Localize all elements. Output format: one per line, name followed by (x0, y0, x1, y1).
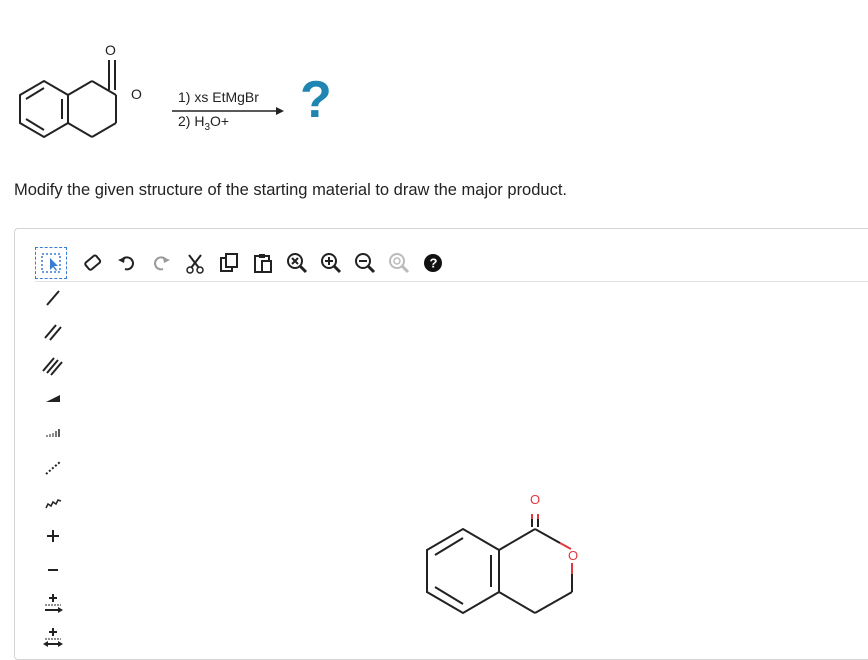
select-lasso-button[interactable] (35, 247, 67, 279)
undo-icon (118, 256, 134, 271)
negative-charge-button[interactable] (35, 553, 71, 587)
unknown-product-question-mark: ? (300, 71, 332, 129)
svg-text:?: ? (430, 256, 438, 271)
editor-top-toolbar: ? (35, 245, 868, 282)
wedge-bond-icon (46, 395, 60, 402)
cut-icon (186, 254, 204, 274)
zoom-reset-button[interactable] (385, 249, 413, 277)
positive-charge-icon (47, 530, 59, 542)
zoom-in-icon (321, 253, 342, 274)
zoom-out-button[interactable] (351, 249, 379, 277)
negative-charge-icon (48, 569, 58, 571)
condition-step-1: 1) xs EtMgBr (178, 89, 259, 105)
erase-button[interactable] (79, 249, 107, 277)
clean-icon (287, 253, 308, 274)
dashed-bond-icon (45, 461, 61, 475)
instruction-text: Modify the given structure of the starti… (14, 181, 568, 199)
electron-pair-button[interactable] (35, 621, 71, 655)
zoom-in-button[interactable] (317, 249, 345, 277)
redo-button[interactable] (147, 249, 175, 277)
zoom-out-icon (355, 253, 376, 274)
help-button[interactable]: ? (419, 249, 447, 277)
condition-step-2: 2) H3O+ (178, 113, 230, 133)
paste-button[interactable] (249, 249, 277, 277)
redo-icon (154, 256, 170, 271)
single-bond-button[interactable] (35, 281, 71, 315)
hash-bond-icon (46, 429, 60, 437)
triple-bond-button[interactable] (35, 349, 71, 383)
wavy-bond-button[interactable] (35, 485, 71, 519)
reaction-scheme: O O 1) xs EtMgBr 2) H3O+ ? (0, 0, 868, 150)
electron-pair-icon (43, 628, 63, 647)
triple-bond-icon (42, 357, 63, 376)
canvas-molecule[interactable] (426, 527, 573, 615)
cut-button[interactable] (181, 249, 209, 277)
single-bond-icon (46, 290, 60, 306)
structure-editor: ? O O (14, 228, 868, 660)
copy-icon (220, 253, 238, 272)
select-lasso-icon (41, 253, 61, 273)
clean-button[interactable] (283, 249, 311, 277)
zoom-reset-icon (389, 253, 410, 274)
help-icon: ? (424, 254, 442, 272)
canvas-carbonyl-oxygen-label[interactable]: O (530, 492, 540, 507)
copy-button[interactable] (215, 249, 243, 277)
paste-icon (254, 254, 272, 273)
hash-bond-button[interactable] (35, 417, 71, 451)
drawing-canvas[interactable]: O O (75, 284, 868, 659)
positive-charge-button[interactable] (35, 519, 71, 553)
wedge-bond-button[interactable] (35, 383, 71, 417)
canvas-ring-oxygen-label[interactable]: O (568, 548, 578, 563)
wavy-bond-icon (45, 499, 62, 509)
electron-push-icon (45, 594, 63, 613)
editor-left-toolbar (35, 281, 71, 655)
carbonyl-oxygen-label: O (105, 42, 116, 58)
erase-icon (84, 254, 102, 271)
electron-push-button[interactable] (35, 587, 71, 621)
double-bond-button[interactable] (35, 315, 71, 349)
dashed-bond-button[interactable] (35, 451, 71, 485)
double-bond-icon (44, 324, 62, 341)
ring-oxygen-label: O (131, 86, 142, 102)
undo-button[interactable] (113, 249, 141, 277)
starting-material-structure: O O (19, 42, 144, 139)
reaction-arrow (172, 107, 284, 115)
